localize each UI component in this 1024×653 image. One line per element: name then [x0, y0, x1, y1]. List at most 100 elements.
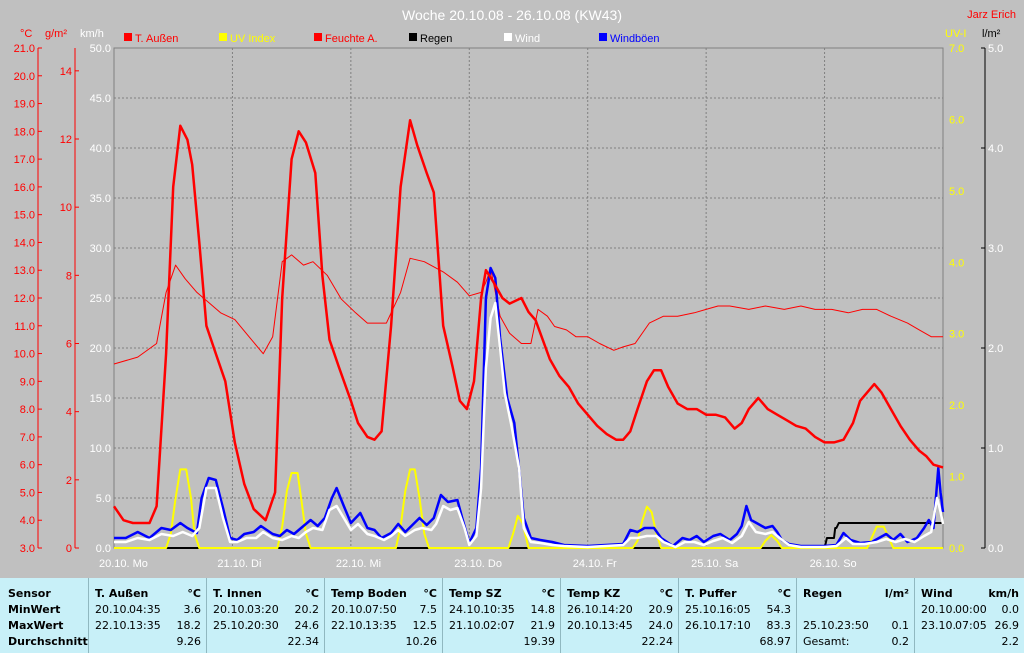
stats-max-date: 21.10. [449, 619, 484, 632]
temp-tick-label: 19.0 [14, 99, 35, 111]
stats-max-time: 20:30 [247, 619, 279, 632]
stats-max-time: 23:50 [837, 619, 869, 632]
rain-tick-label: 2.0 [988, 343, 1003, 355]
grid [114, 48, 943, 548]
stats-min-value: 3.6 [183, 603, 202, 616]
stats-section: T. Innen °C 20.10. 03:20 20.2 25.10. 20:30 24.6… [206, 578, 325, 653]
humidity-tick-label: 6 [66, 339, 72, 351]
uv-tick-label: 0.0 [949, 543, 964, 555]
x-tick-label: 21.10. Di [217, 558, 261, 570]
temp-tick-label: 4.0 [20, 515, 35, 527]
x-tick-label: 22.10. Mi [336, 558, 381, 570]
rain-tick-label: 1.0 [988, 443, 1003, 455]
series-line-wind [114, 301, 945, 549]
stats-panel: Sensor MinWert MaxWert Durchschnitt T. Außen… [0, 578, 1024, 653]
stats-max-value: 18.2 [176, 619, 202, 632]
stats-row-label: Sensor [8, 587, 51, 600]
humidity-tick-label: 14 [60, 66, 72, 78]
stats-max-date: 23.10. [921, 619, 956, 632]
x-tick-label: 26.10. So [810, 558, 857, 570]
stats-sensor-name: Temp KZ [567, 587, 621, 600]
legend-swatch [504, 33, 512, 41]
axes-layer: 3.0 4.0 5.0 6.0 7.0 8.0 9.0 10.0 11.0 12.0 13.0 14.… [14, 28, 1004, 570]
humidity-tick-label: 8 [66, 270, 72, 282]
stats-sensor-name: T. Puffer [685, 587, 737, 600]
stats-max-date: 22.10. [95, 619, 130, 632]
uv-tick-label: 5.0 [949, 186, 964, 198]
stats-avg-value: 2.2 [1001, 635, 1020, 648]
chart-title: Woche 20.10.08 - 26.10.08 (KW43) [402, 7, 622, 23]
uv-tick-label: 6.0 [949, 114, 964, 126]
rain-tick-label: 5.0 [988, 43, 1003, 55]
wind-tick-label: 20.0 [90, 343, 111, 355]
temp-tick-label: 7.0 [20, 432, 35, 444]
stats-sensor-name: Wind [921, 587, 953, 600]
stats-section: Regen l/m² 25.10. 23:50 0.1 Gesamt: 0.2 [796, 578, 915, 653]
x-tick-label: 24.10. Fr [573, 558, 617, 570]
stats-sensor-name: Temp SZ [449, 587, 502, 600]
temp-tick-label: 18.0 [14, 126, 35, 138]
stats-max-value: 24.6 [294, 619, 320, 632]
wind-tick-label: 0.0 [96, 543, 111, 555]
temp-tick-label: 16.0 [14, 182, 35, 194]
humidity-tick-label: 12 [60, 134, 72, 146]
stats-min-value: 0.0 [1001, 603, 1020, 616]
stats-min-date: 25.10. [685, 603, 720, 616]
stats-unit: km/h [988, 587, 1019, 600]
stats-avg-value: 22.34 [287, 635, 320, 648]
stats-unit: °C [659, 587, 673, 600]
wind-tick-label: 50.0 [90, 43, 111, 55]
stats-unit: °C [187, 587, 201, 600]
temp-tick-label: 20.0 [14, 71, 35, 83]
x-tick-label: 20.10. Mo [99, 558, 148, 570]
stats-sensor-name: T. Außen [95, 587, 149, 600]
stats-min-date: 24.10. [449, 603, 484, 616]
stats-min-value: 20.2 [294, 603, 320, 616]
series-layer [112, 118, 945, 549]
temp-tick-label: 17.0 [14, 154, 35, 166]
stats-min-value: 20.9 [648, 603, 674, 616]
legend: T. Außen UV Index Feuchte A. Regen Wind Windb… [124, 33, 660, 45]
stats-max-time: 13:45 [601, 619, 633, 632]
stats-max-date: 20.10. [567, 619, 602, 632]
humidity-tick-label: 2 [66, 475, 72, 487]
stats-max-value: 21.9 [530, 619, 556, 632]
series-line-t-au-en [112, 118, 944, 525]
legend-label: Feuchte A. [325, 33, 378, 45]
stats-min-date: 20.10. [331, 603, 366, 616]
stats-min-value: 54.3 [766, 603, 792, 616]
wind-tick-label: 5.0 [96, 493, 111, 505]
stats-avg-value: 9.26 [176, 635, 202, 648]
legend-swatch [409, 33, 417, 41]
wind-tick-label: 10.0 [90, 443, 111, 455]
stats-max-time: 13:35 [365, 619, 397, 632]
rain-tick-label: 4.0 [988, 143, 1003, 155]
legend-swatch [314, 33, 322, 41]
stats-section: Temp Boden °C 20.10. 07:50 7.5 22.10. 13:35 12.… [324, 578, 443, 653]
stats-row-label: MaxWert [8, 619, 64, 632]
stats-section: T. Puffer °C 25.10. 16:05 54.3 26.10. 17:10 83.… [678, 578, 797, 653]
stats-max-date: 26.10. [685, 619, 720, 632]
stats-row-label: MinWert [8, 603, 61, 616]
stats-min-date: 20.10. [921, 603, 956, 616]
temp-tick-label: 3.0 [20, 543, 35, 555]
x-tick-label: 23.10. Do [454, 558, 502, 570]
uv-tick-label: 4.0 [949, 257, 964, 269]
uv-axis-unit: UV-I [945, 28, 966, 40]
stats-unit: l/m² [884, 587, 909, 600]
stats-section: Wind km/h 20.10. 00:00 0.0 23.10. 07:05 26.9 2.2 [914, 578, 1024, 653]
stats-unit: °C [423, 587, 437, 600]
stats-min-time: 14:20 [601, 603, 633, 616]
stats-avg-value: 10.26 [405, 635, 438, 648]
wind-tick-label: 25.0 [90, 293, 111, 305]
stats-unit: °C [777, 587, 791, 600]
stats-unit: °C [541, 587, 555, 600]
stats-avg-value: 22.24 [641, 635, 674, 648]
stats-min-value: 7.5 [419, 603, 438, 616]
stats-min-time: 00:00 [955, 603, 987, 616]
author-label: Jarz Erich [967, 9, 1016, 21]
temp-tick-label: 6.0 [20, 460, 35, 472]
stats-section: Temp SZ °C 24.10. 10:35 14.8 21.10. 02:07 21.9 1… [442, 578, 561, 653]
temp-tick-label: 15.0 [14, 210, 35, 222]
legend-swatch [599, 33, 607, 41]
